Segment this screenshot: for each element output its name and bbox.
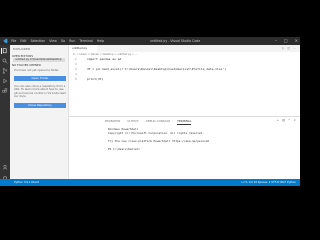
sidebar-title: EXPLORER <box>13 47 31 51</box>
python-interpreter[interactable]: Python 3.9.1 64-bit <box>14 179 39 186</box>
vscode-logo-icon <box>3 38 8 44</box>
terminal-prompt: PS C:\Users\Daniel> <box>108 147 140 151</box>
chevron-up-icon[interactable]: ^ <box>288 118 291 122</box>
panel-controls: + ▥ ^ × <box>277 118 296 122</box>
window-title: untitled.py - Visual Studio Code <box>150 39 201 43</box>
menu-selection[interactable]: Selection <box>31 37 46 45</box>
menu-view[interactable]: View <box>49 37 57 45</box>
maximize-icon[interactable]: □ <box>284 37 288 45</box>
line-number: 5 <box>75 77 77 81</box>
no-folder-header[interactable]: NO FOLDER OPENED <box>12 63 41 67</box>
tab-debug-console[interactable]: DEBUG CONSOLE <box>146 119 171 125</box>
explorer-icon[interactable] <box>1 48 8 54</box>
editor-tab-bar: untitled.py ▷ ◫ ··· <box>69 45 300 52</box>
terminal-line: Try the new cross-platform PowerShell ht… <box>108 139 210 143</box>
menu-terminal[interactable]: Terminal <box>79 37 92 45</box>
no-folder-text: You have not yet opened a folder. <box>14 68 60 72</box>
menu-run[interactable]: Run <box>69 37 75 45</box>
trash-icon[interactable]: ▥ <box>282 118 285 122</box>
code-line: 5 print(df) <box>69 77 300 82</box>
menu-help[interactable]: Help <box>97 37 104 45</box>
run-debug-icon[interactable] <box>2 78 8 84</box>
title-bar: File Edit Selection View Go Run Terminal… <box>0 37 300 45</box>
minimize-icon[interactable]: – <box>275 37 277 45</box>
menu-edit[interactable]: Edit <box>20 37 26 45</box>
more-actions-icon[interactable]: ··· <box>293 45 296 52</box>
extensions-icon[interactable] <box>2 88 8 94</box>
window-controls: – □ × <box>275 37 298 45</box>
split-editor-icon[interactable]: ◫ <box>287 45 290 52</box>
menu-file[interactable]: File <box>11 37 16 45</box>
vscode-window: File Edit Selection View Go Run Terminal… <box>0 37 300 186</box>
open-folder-button[interactable]: Open Folder <box>14 76 66 81</box>
code-text: print(df) <box>87 77 104 81</box>
terminal-line: Copyright (C) Microsoft Corporation. All… <box>108 131 204 135</box>
video-frame: File Edit Selection View Go Run Terminal… <box>0 0 300 225</box>
tab-terminal[interactable]: TERMINAL <box>177 119 192 125</box>
close-icon[interactable]: × <box>295 37 298 45</box>
code-editor[interactable]: 1 import pandas as pd 2 3 df = pd.read_e… <box>69 57 300 82</box>
tab-problems[interactable]: PROBLEMS <box>105 119 120 125</box>
editor-actions: ▷ ◫ ··· <box>282 45 296 52</box>
tab-output[interactable]: OUTPUT <box>127 119 138 125</box>
account-icon[interactable] <box>2 164 8 170</box>
activity-bar <box>0 45 10 186</box>
bottom-panel: PROBLEMS OUTPUT DEBUG CONSOLE TERMINAL +… <box>69 116 300 180</box>
status-right[interactable]: Ln 5, Col 10 Spaces: 4 UTF-8 CRLF Python <box>242 179 296 186</box>
tab-untitled-py[interactable]: untitled.py <box>69 45 97 52</box>
clone-repository-button[interactable]: Clone Repository <box>14 103 66 108</box>
status-bar: Python 3.9.1 64-bit Ln 5, Col 10 Spaces:… <box>0 179 300 186</box>
breadcrumb[interactable]: C: > Users > Daniel > Desktop > untitled… <box>73 53 138 56</box>
panel-tabs: PROBLEMS OUTPUT DEBUG CONSOLE TERMINAL <box>105 119 192 125</box>
source-control-icon[interactable] <box>2 68 8 74</box>
menu-bar: File Edit Selection View Go Run Terminal… <box>11 37 104 45</box>
new-terminal-icon[interactable]: + <box>277 118 280 122</box>
close-panel-icon[interactable]: × <box>293 118 296 122</box>
menu-go[interactable]: Go <box>61 37 65 45</box>
explorer-sidebar: EXPLORER OPEN EDITORS untitled.py C:\Use… <box>10 45 69 186</box>
clone-text: You can also clone a repository from a U… <box>14 84 66 99</box>
search-icon[interactable] <box>2 58 8 64</box>
terminal-output[interactable]: Windows PowerShell Copyright (C) Microso… <box>108 127 209 151</box>
open-editor-file[interactable]: untitled.py C:\Users\Daniel\Desktop <box>13 58 65 62</box>
run-file-icon[interactable]: ▷ <box>282 45 284 52</box>
